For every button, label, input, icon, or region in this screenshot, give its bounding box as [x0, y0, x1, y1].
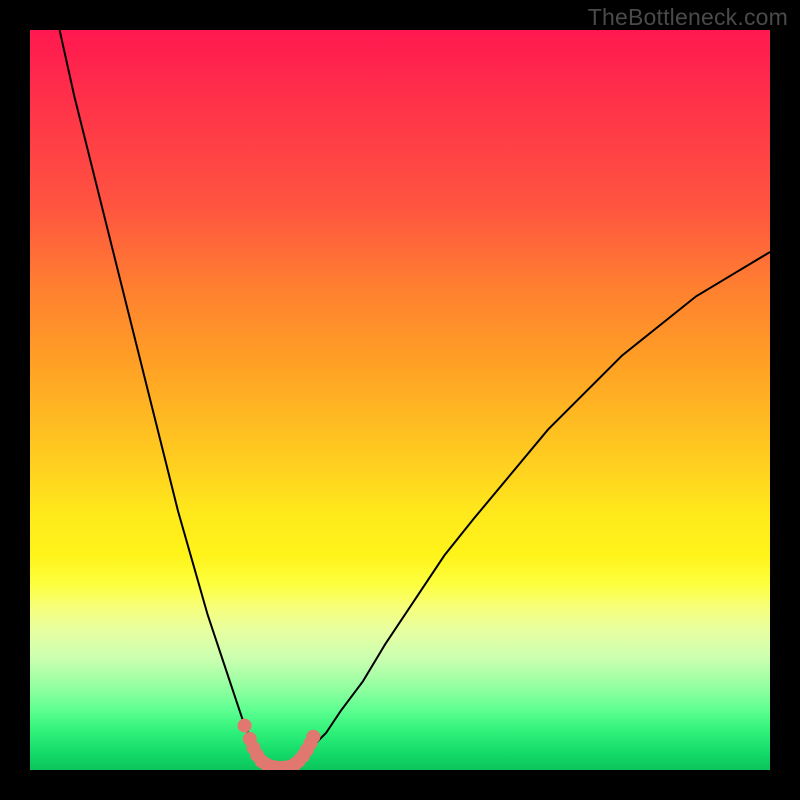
watermark-text: TheBottleneck.com	[588, 4, 788, 31]
bottleneck-curve	[30, 30, 770, 770]
plot-area	[30, 30, 770, 770]
bottleneck-curve-path	[60, 30, 770, 769]
highlight-dot	[306, 730, 320, 744]
chart-frame: TheBottleneck.com	[0, 0, 800, 800]
highlight-dot	[238, 719, 252, 733]
